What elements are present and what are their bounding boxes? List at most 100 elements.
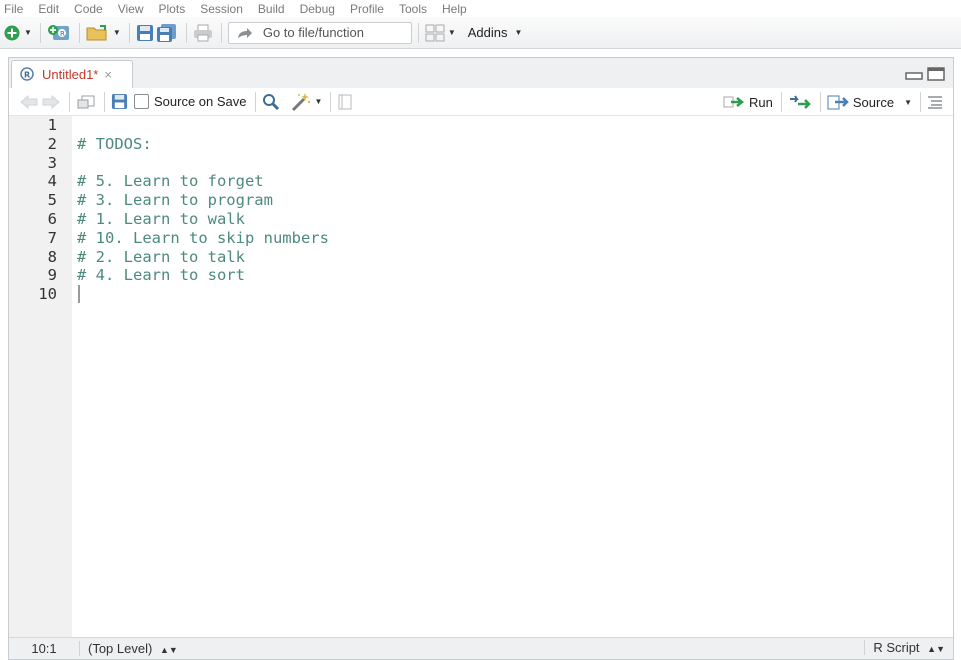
tab-strip: R Untitled1* × bbox=[9, 58, 953, 88]
save-all-icon bbox=[156, 23, 176, 42]
menu-view[interactable]: View bbox=[118, 1, 144, 17]
code-line[interactable]: # 4. Learn to sort bbox=[77, 266, 245, 285]
toolbar-divider bbox=[780, 92, 782, 112]
find-button[interactable] bbox=[262, 89, 280, 115]
save-icon bbox=[136, 24, 153, 41]
window-controls bbox=[905, 67, 945, 81]
grid-icon bbox=[425, 24, 445, 41]
arrow-right-icon bbox=[42, 94, 60, 109]
checkbox-box[interactable] bbox=[134, 94, 149, 109]
source-on-save-checkbox[interactable]: Source on Save bbox=[134, 89, 247, 115]
addins-label: Addins bbox=[467, 25, 508, 40]
code-line[interactable]: # 1. Learn to walk bbox=[77, 210, 245, 229]
line-number: 4 bbox=[47, 172, 57, 191]
line-number: 6 bbox=[47, 210, 57, 228]
menu-code[interactable]: Code bbox=[74, 1, 103, 17]
open-file-button[interactable]: ▼ bbox=[86, 20, 121, 46]
code-line[interactable]: # 3. Learn to program bbox=[77, 191, 273, 210]
save-all-button[interactable] bbox=[156, 20, 178, 46]
code-tools-button[interactable]: ▼ bbox=[290, 89, 323, 115]
source-icon bbox=[827, 95, 849, 110]
r-file-icon: R bbox=[20, 66, 34, 81]
code-line[interactable]: # 10. Learn to skip numbers bbox=[77, 229, 329, 248]
addins-button[interactable]: Addins ▼ bbox=[464, 20, 523, 46]
line-number: 8 bbox=[47, 247, 57, 266]
status-bar: 10:1 (Top Level) ▲▼ R Script ▲▼ bbox=[9, 637, 953, 659]
rerun-button[interactable] bbox=[788, 89, 812, 115]
toolbar-divider bbox=[78, 22, 80, 43]
document-outline-button[interactable] bbox=[927, 89, 943, 115]
close-icon[interactable]: × bbox=[104, 67, 112, 82]
tab-untitled1[interactable]: R Untitled1* × bbox=[11, 60, 133, 88]
show-in-window-button[interactable] bbox=[76, 89, 96, 115]
line-number: 3 bbox=[47, 153, 57, 172]
go-to-file-input[interactable]: Go to file/function bbox=[227, 21, 412, 44]
toolbar-divider bbox=[220, 22, 222, 43]
new-file-icon bbox=[4, 25, 20, 40]
menu-tools[interactable]: Tools bbox=[399, 1, 427, 17]
toolbar-divider bbox=[185, 22, 187, 43]
cursor-position: 10:1 bbox=[9, 641, 80, 656]
save-icon bbox=[111, 93, 128, 110]
compile-report-button[interactable] bbox=[337, 89, 353, 115]
line-number: 10 bbox=[38, 285, 57, 304]
tab-title: Untitled1* bbox=[42, 67, 99, 82]
run-button[interactable]: Run bbox=[723, 89, 773, 115]
arrow-right-icon bbox=[237, 27, 252, 38]
code-line[interactable]: # TODOS: bbox=[77, 135, 152, 154]
menu-profile[interactable]: Profile bbox=[350, 1, 384, 17]
forward-button[interactable] bbox=[41, 89, 61, 115]
minimize-icon[interactable] bbox=[905, 67, 923, 81]
menu-help[interactable]: Help bbox=[442, 1, 467, 17]
svg-text:R: R bbox=[24, 70, 30, 79]
scope-selector[interactable]: (Top Level) ▲▼ bbox=[80, 641, 178, 656]
new-project-button[interactable]: R bbox=[47, 20, 71, 46]
menu-session[interactable]: Session bbox=[200, 1, 243, 17]
back-button[interactable] bbox=[19, 89, 39, 115]
menu-plots[interactable]: Plots bbox=[159, 1, 186, 17]
menu-debug[interactable]: Debug bbox=[300, 1, 335, 17]
new-file-button[interactable]: ▼ bbox=[3, 20, 32, 46]
menu-bar: File Edit Code View Plots Session Build … bbox=[0, 0, 961, 17]
maximize-icon[interactable] bbox=[927, 67, 945, 81]
editor-toolbar: Source on Save ▼ Run Source ▼ bbox=[9, 88, 953, 116]
toolbar-divider bbox=[920, 92, 921, 112]
line-number-gutter: 1 2 3 4 5 6 7 8 9 10 bbox=[9, 116, 72, 637]
source-button[interactable]: Source ▼ bbox=[827, 89, 912, 115]
svg-text:R: R bbox=[60, 30, 65, 38]
code-area[interactable]: # TODOS: # 5. Learn to forget # 3. Learn… bbox=[77, 116, 947, 637]
source-label: Source bbox=[852, 94, 895, 110]
go-to-file-placeholder: Go to file/function bbox=[262, 25, 365, 40]
pane-layout-button[interactable]: ▼ bbox=[425, 20, 456, 46]
line-number: 1 bbox=[47, 116, 57, 134]
line-number: 9 bbox=[47, 266, 57, 285]
popout-icon bbox=[77, 95, 95, 108]
menu-build[interactable]: Build bbox=[258, 1, 285, 17]
chevron-down-icon: ▼ bbox=[24, 28, 32, 37]
line-number: 7 bbox=[47, 228, 57, 247]
notebook-icon bbox=[338, 94, 352, 109]
chevron-down-icon: ▼ bbox=[314, 97, 323, 106]
toolbar-divider bbox=[128, 22, 130, 43]
source-on-save-label: Source on Save bbox=[154, 94, 247, 109]
print-button[interactable] bbox=[193, 20, 213, 46]
toolbar-divider bbox=[330, 91, 332, 112]
scope-label: (Top Level) bbox=[88, 641, 153, 656]
code-line[interactable]: # 5. Learn to forget bbox=[77, 172, 264, 191]
line-number: 2 bbox=[47, 134, 57, 153]
code-editor[interactable]: 1 2 3 4 5 6 7 8 9 10 # TODOS: # 5. Learn… bbox=[9, 116, 953, 637]
menu-file[interactable]: File bbox=[4, 1, 23, 17]
editor-toolbar-right: Run Source ▼ bbox=[723, 88, 953, 116]
updown-icon: ▲▼ bbox=[927, 644, 945, 654]
editor-save-button[interactable] bbox=[111, 89, 128, 115]
print-icon bbox=[193, 24, 212, 41]
search-icon bbox=[262, 93, 279, 110]
file-type-selector[interactable]: R Script ▲▼ bbox=[864, 640, 945, 655]
code-line[interactable]: # 2. Learn to talk bbox=[77, 248, 245, 267]
file-type-label: R Script bbox=[873, 640, 920, 655]
save-button[interactable] bbox=[136, 20, 154, 46]
text-cursor bbox=[78, 285, 80, 303]
toolbar-divider bbox=[104, 91, 105, 112]
menu-edit[interactable]: Edit bbox=[38, 1, 59, 17]
updown-icon: ▲▼ bbox=[159, 645, 178, 655]
